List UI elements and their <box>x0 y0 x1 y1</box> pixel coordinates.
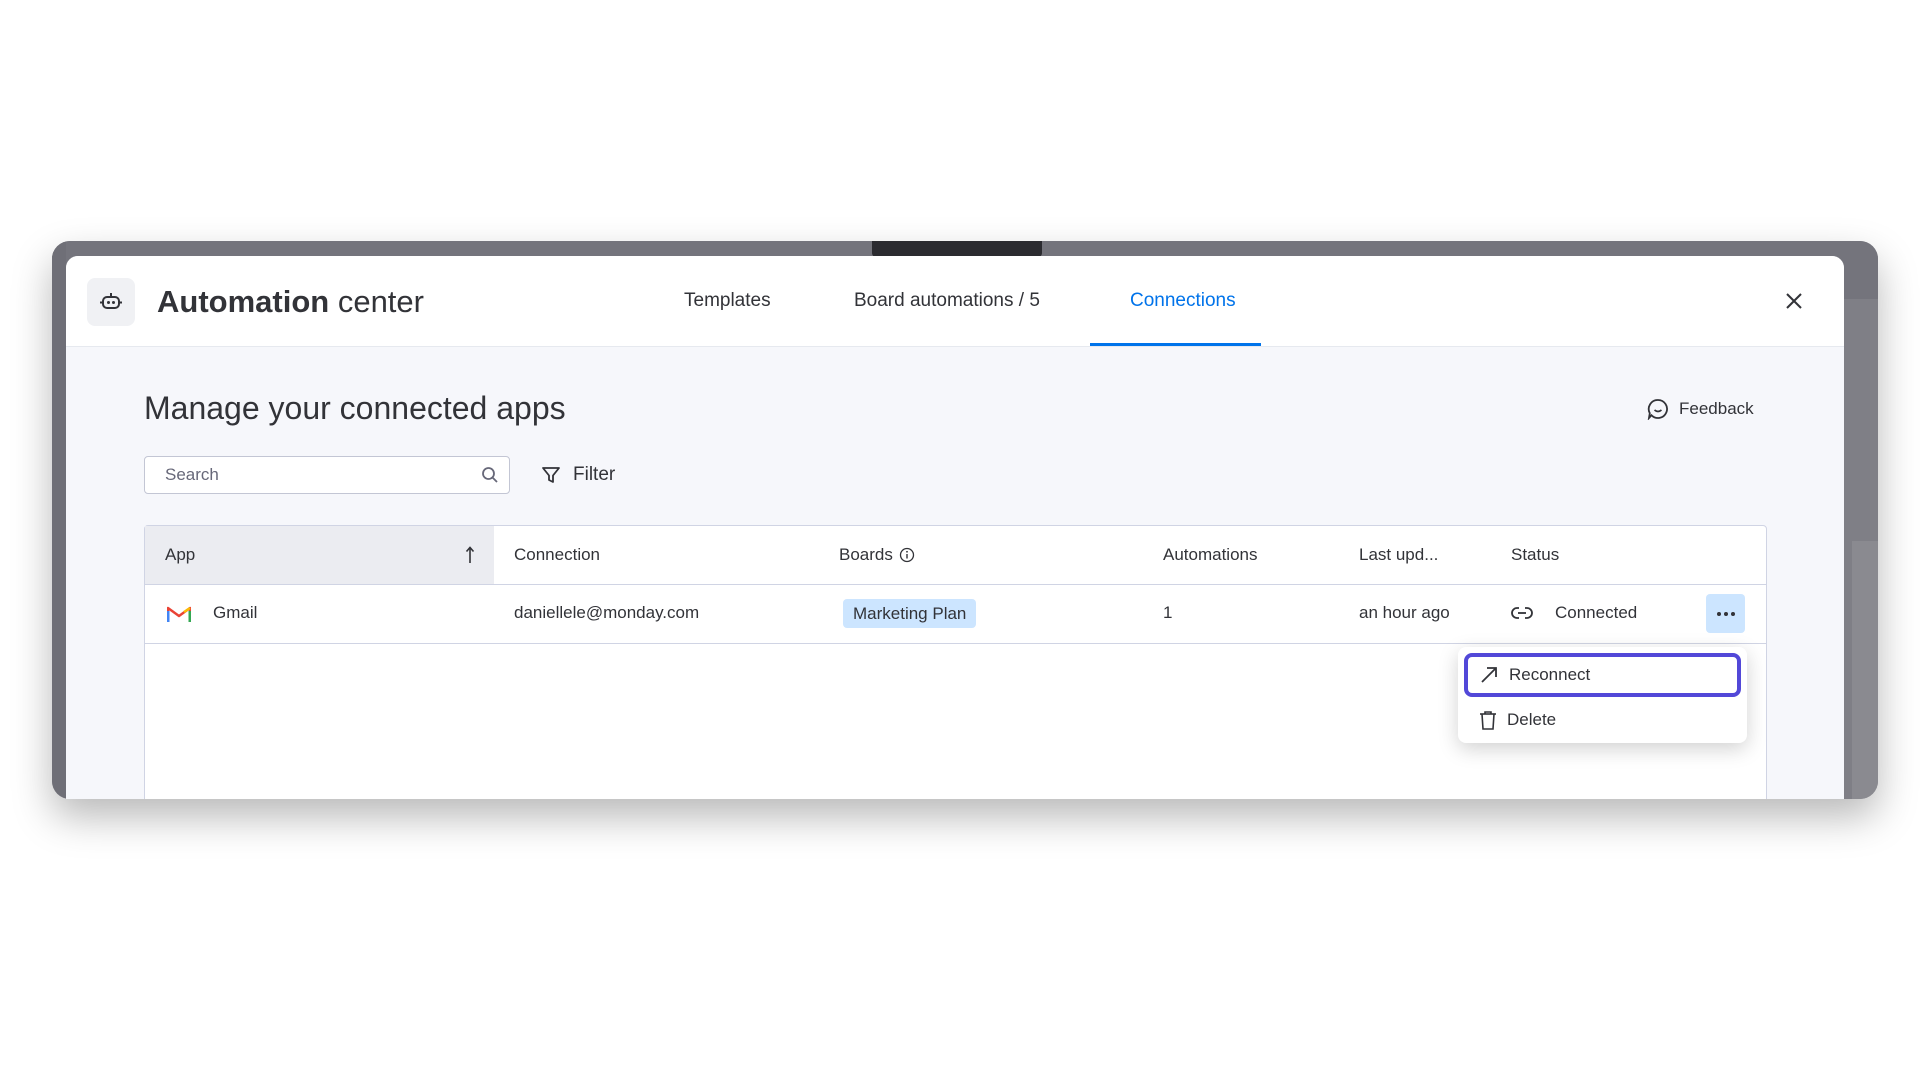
column-header-automations: Automations <box>1163 545 1258 564</box>
feedback-icon <box>1647 399 1668 420</box>
table-header: App Connection Boards Automations Last u… <box>145 526 1766 585</box>
search-icon <box>482 467 498 483</box>
menu-item-reconnect-label: Reconnect <box>1509 665 1591 684</box>
column-header-last-updated: Last upd... <box>1359 545 1439 564</box>
active-tab-indicator <box>1090 343 1261 346</box>
board-tag[interactable]: Marketing Plan <box>843 599 977 628</box>
trash-icon <box>1480 711 1496 730</box>
link-icon <box>1511 607 1533 619</box>
modal-title-bold: Automation <box>157 284 330 319</box>
status-text: Connected <box>1555 603 1638 622</box>
search-box <box>144 456 510 494</box>
feedback-button[interactable]: Feedback <box>1647 396 1754 422</box>
search-input[interactable] <box>145 457 465 493</box>
close-button[interactable] <box>1781 288 1807 314</box>
background-left-rail <box>52 241 66 799</box>
filter-label: Filter <box>573 464 616 485</box>
column-header-app-cell[interactable] <box>145 526 494 584</box>
filter-button[interactable]: Filter <box>541 462 615 488</box>
menu-item-reconnect[interactable]: Reconnect <box>1464 653 1741 697</box>
column-header-app[interactable]: App <box>165 545 195 565</box>
filter-icon <box>542 467 560 483</box>
tab-board-automations[interactable]: Board automations / 5 <box>854 289 1040 313</box>
modal-header: Automation center Templates Board automa… <box>66 256 1844 347</box>
more-options-button[interactable] <box>1706 594 1745 633</box>
background-board-tag <box>872 241 1042 257</box>
feedback-label: Feedback <box>1679 399 1754 418</box>
modal-title-light: center <box>337 284 424 319</box>
gmail-icon <box>167 606 191 622</box>
last-updated: an hour ago <box>1359 603 1450 622</box>
tab-templates[interactable]: Templates <box>684 289 771 313</box>
menu-item-delete-label: Delete <box>1507 710 1557 729</box>
row-options-menu: Reconnect Delete <box>1458 647 1747 743</box>
menu-item-delete[interactable]: Delete <box>1464 701 1741 739</box>
column-header-boards: Boards <box>839 545 893 564</box>
column-header-connection: Connection <box>514 545 601 564</box>
automation-center-modal: Automation center Templates Board automa… <box>66 256 1844 799</box>
automations-count: 1 <box>1163 603 1173 622</box>
sort-arrow-up-icon[interactable] <box>465 546 475 564</box>
arrow-up-right-icon <box>1481 667 1497 683</box>
tab-connections[interactable]: Connections <box>1130 289 1236 313</box>
modal-title: Automation center <box>157 282 424 322</box>
info-icon[interactable] <box>899 547 915 563</box>
robot-icon <box>87 278 135 326</box>
page-heading: Manage your connected apps <box>144 390 566 426</box>
table-row: Gmail daniellele@monday.com Marketing Pl… <box>145 584 1766 644</box>
more-horizontal-icon <box>1716 611 1735 616</box>
close-icon <box>1786 293 1802 309</box>
column-header-status: Status <box>1511 545 1560 564</box>
app-name: Gmail <box>213 603 258 622</box>
background-board-columns <box>1852 541 1878 799</box>
connection-email: daniellele@monday.com <box>514 603 700 622</box>
